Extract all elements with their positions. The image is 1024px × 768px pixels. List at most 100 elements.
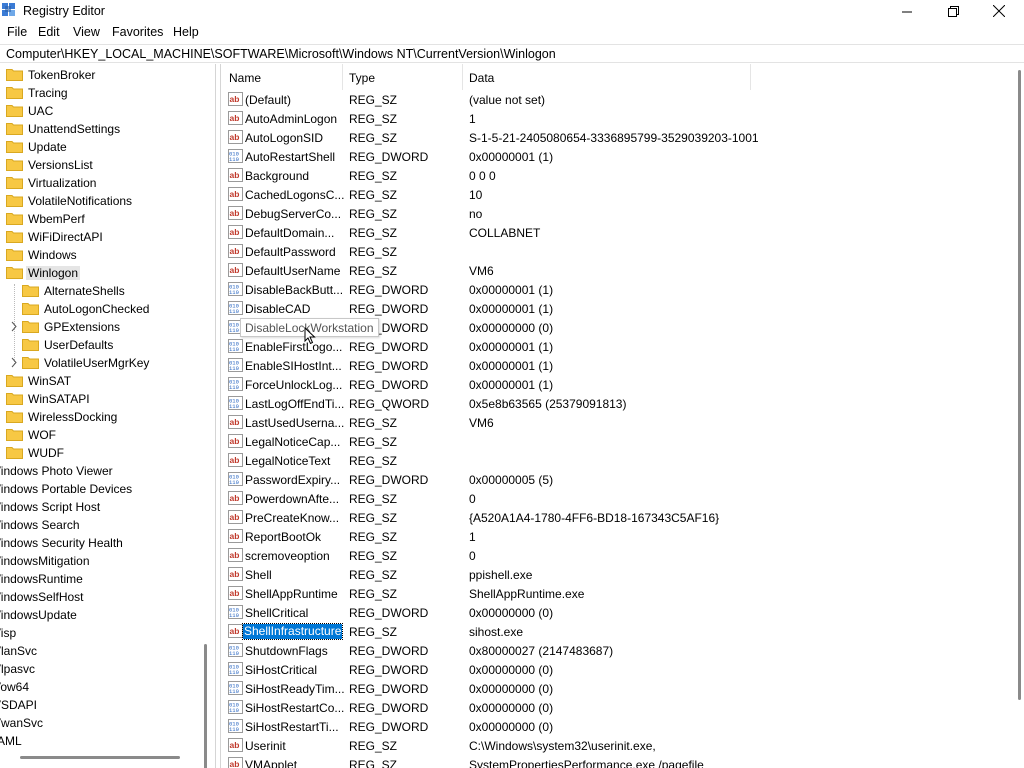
tree-item[interactable]: Visp: [0, 624, 210, 642]
values-scrollbar[interactable]: [1018, 70, 1021, 700]
column-header-type[interactable]: Type: [343, 64, 463, 90]
tree-item[interactable]: VindowsRuntime: [0, 570, 210, 588]
value-row[interactable]: ab LastUsedUserna... REG_SZ VM6: [221, 413, 1001, 432]
menu-view[interactable]: View: [73, 25, 100, 39]
tree-item[interactable]: Vindows Script Host: [0, 498, 210, 516]
tree-item[interactable]: WbemPerf: [0, 210, 210, 228]
tree-item[interactable]: Vow64: [0, 678, 210, 696]
tree-item[interactable]: Windows: [0, 246, 210, 264]
value-row[interactable]: ab DefaultDomain... REG_SZ COLLABNET: [221, 223, 1001, 242]
value-row[interactable]: 010 110 ShellCritical REG_DWORD 0x00000000 (…: [221, 603, 1001, 622]
tree-item[interactable]: Vindows Security Health: [0, 534, 210, 552]
value-row[interactable]: 010 110 DisableCAD REG_DWORD 0x00000001 (1): [221, 299, 1001, 318]
tree-item[interactable]: Vlpasvc: [0, 660, 210, 678]
tree-item[interactable]: VwanSvc: [0, 714, 210, 732]
value-row[interactable]: ab Background REG_SZ 0 0 0: [221, 166, 1001, 185]
tree-item[interactable]: TokenBroker: [0, 66, 210, 84]
value-row[interactable]: 010 110 SiHostCritical REG_DWORD 0x00000000 …: [221, 660, 1001, 679]
tree-item[interactable]: VSDAPI: [0, 696, 210, 714]
column-header-data[interactable]: Data: [463, 64, 751, 90]
value-row[interactable]: ab scremoveoption REG_SZ 0: [221, 546, 1001, 565]
menu-help[interactable]: Help: [173, 25, 199, 39]
value-row[interactable]: ab AutoLogonSID REG_SZ S-1-5-21-2405080654-…: [221, 128, 1001, 147]
value-row[interactable]: 010 110 SiHostRestartCo... REG_DWORD 0x00000…: [221, 698, 1001, 717]
tree-horizontal-scrollbar[interactable]: [20, 756, 180, 759]
tree-item[interactable]: Virtualization: [0, 174, 210, 192]
tree-item[interactable]: GPExtensions: [0, 318, 210, 336]
menu-favorites[interactable]: Favorites: [112, 25, 163, 39]
value-row[interactable]: 010 110 ShutdownFlags REG_DWORD 0x80000027 (…: [221, 641, 1001, 660]
svg-text:110: 110: [229, 688, 239, 695]
value-row[interactable]: 010 110 DisableBackButt... REG_DWORD 0x00000…: [221, 280, 1001, 299]
minimize-button[interactable]: [884, 0, 930, 22]
value-name: SiHostRestartTi...: [245, 720, 339, 734]
value-row[interactable]: ab PowerdownAfte... REG_SZ 0: [221, 489, 1001, 508]
tree-item[interactable]: VindowsUpdate: [0, 606, 210, 624]
tree-item[interactable]: WUDF: [0, 444, 210, 462]
tree-item[interactable]: Tracing: [0, 84, 210, 102]
value-row[interactable]: ab ReportBootOk REG_SZ 1: [221, 527, 1001, 546]
tree-item[interactable]: WiFiDirectAPI: [0, 228, 210, 246]
tree-item[interactable]: Vindows Photo Viewer: [0, 462, 210, 480]
value-row[interactable]: ab ShellAppRuntime REG_SZ ShellAppRuntime.e…: [221, 584, 1001, 603]
tree-item[interactable]: VlanSvc: [0, 642, 210, 660]
value-row[interactable]: ab AutoAdminLogon REG_SZ 1: [221, 109, 1001, 128]
tree-item[interactable]: AlternateShells: [0, 282, 210, 300]
tree-item-label: VindowsSelfHost: [0, 590, 84, 604]
value-row[interactable]: 010 110 PasswordExpiry... REG_DWORD 0x000000…: [221, 470, 1001, 489]
tree-item-label: Virtualization: [28, 176, 97, 190]
tree-item[interactable]: Vindows Portable Devices: [0, 480, 210, 498]
maximize-button[interactable]: [930, 0, 976, 22]
address-path[interactable]: Computer\HKEY_LOCAL_MACHINE\SOFTWARE\Mic…: [6, 47, 556, 61]
address-bar[interactable]: Computer\HKEY_LOCAL_MACHINE\SOFTWARE\Mic…: [0, 44, 1024, 63]
value-row[interactable]: ab VMApplet REG_SZ SystemPropertiesPerforma…: [221, 755, 1001, 768]
value-type: REG_SZ: [349, 492, 398, 506]
value-row[interactable]: ab ShellInfrastructure REG_SZ sihost.exe: [221, 622, 1001, 641]
value-row[interactable]: 010 110 SiHostRestartTi... REG_DWORD 0x00000…: [221, 717, 1001, 736]
value-row[interactable]: 010 110 LastLogOffEndTi... REG_QWORD 0x5e8b6…: [221, 394, 1001, 413]
tree-item[interactable]: AutoLogonChecked: [0, 300, 210, 318]
tree-scrollbar[interactable]: [204, 644, 207, 768]
tree-item[interactable]: Update: [0, 138, 210, 156]
values-list[interactable]: Name Type Data ab (Default) REG_SZ (value n…: [220, 64, 1024, 768]
tree-item[interactable]: Winlogon: [0, 264, 210, 282]
tree-item[interactable]: WirelessDocking: [0, 408, 210, 426]
close-button[interactable]: [976, 0, 1022, 22]
menu-edit[interactable]: Edit: [38, 25, 60, 39]
tree-item[interactable]: Vindows Search: [0, 516, 210, 534]
value-row[interactable]: ab PreCreateKnow... REG_SZ {A520A1A4-1780-4…: [221, 508, 1001, 527]
key-tree[interactable]: TokenBroker Tracing UAC UnattendSettings Upd…: [0, 64, 216, 768]
column-header-name[interactable]: Name: [221, 64, 343, 90]
value-row[interactable]: ab CachedLogonsC... REG_SZ 10: [221, 185, 1001, 204]
tree-item[interactable]: UAC: [0, 102, 210, 120]
tree-item[interactable]: VersionsList: [0, 156, 210, 174]
value-row[interactable]: 010 110 SiHostReadyTim... REG_DWORD 0x000000…: [221, 679, 1001, 698]
value-row[interactable]: 010 110 AutoRestartShell REG_DWORD 0x0000000…: [221, 147, 1001, 166]
tree-item[interactable]: VolatileNotifications: [0, 192, 210, 210]
tree-item[interactable]: UnattendSettings: [0, 120, 210, 138]
value-row[interactable]: ab DefaultUserName REG_SZ VM6: [221, 261, 1001, 280]
value-row[interactable]: ab Userinit REG_SZ C:\Windows\system32\user…: [221, 736, 1001, 755]
value-row[interactable]: 010 110 EnableFirstLogo... REG_DWORD 0x00000…: [221, 337, 1001, 356]
tree-item[interactable]: VindowsMitigation: [0, 552, 210, 570]
tree-item[interactable]: WinSAT: [0, 372, 210, 390]
chevron-right-icon[interactable]: [10, 321, 18, 332]
value-row[interactable]: ab DebugServerCo... REG_SZ no: [221, 204, 1001, 223]
menu-file[interactable]: File: [7, 25, 27, 39]
value-row[interactable]: ab Shell REG_SZ ppishell.exe: [221, 565, 1001, 584]
chevron-right-icon[interactable]: [10, 357, 18, 368]
tree-item[interactable]: VolatileUserMgrKey: [0, 354, 210, 372]
value-row[interactable]: ab DefaultPassword REG_SZ: [221, 242, 1001, 261]
value-row[interactable]: ab (Default) REG_SZ (value not set): [221, 90, 1001, 109]
value-data: 0x00000000 (0): [469, 720, 554, 734]
value-row[interactable]: 010 110 EnableSIHostInt... REG_DWORD 0x00000…: [221, 356, 1001, 375]
value-row[interactable]: ab LegalNoticeText REG_SZ: [221, 451, 1001, 470]
value-row[interactable]: ab LegalNoticeCap... REG_SZ: [221, 432, 1001, 451]
value-type: REG_SZ: [349, 207, 398, 221]
tree-item[interactable]: WinSATAPI: [0, 390, 210, 408]
value-row[interactable]: 010 110 ForceUnlockLog... REG_DWORD 0x000000…: [221, 375, 1001, 394]
tree-item[interactable]: VindowsSelfHost: [0, 588, 210, 606]
tree-item[interactable]: (AML: [0, 732, 210, 750]
tree-item[interactable]: UserDefaults: [0, 336, 210, 354]
tree-item[interactable]: WOF: [0, 426, 210, 444]
